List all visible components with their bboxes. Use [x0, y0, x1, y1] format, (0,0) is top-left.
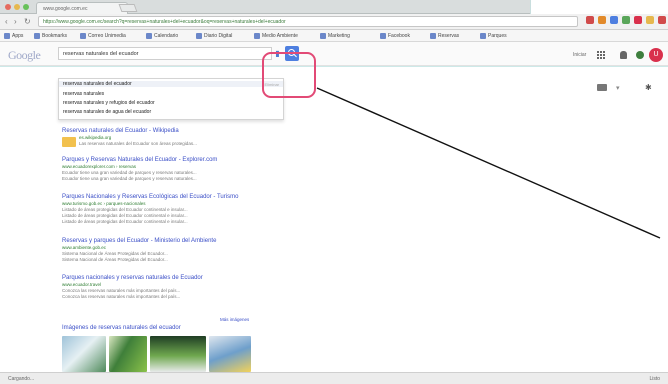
image-thumbnail[interactable]	[62, 336, 106, 372]
result-title[interactable]: Reservas naturales del Ecuador - Wikiped…	[62, 128, 272, 134]
extension-icon[interactable]	[586, 16, 594, 24]
result-title[interactable]: Parques nacionales y reservas naturales …	[62, 275, 272, 281]
bookmark-item[interactable]: Parques	[480, 33, 507, 39]
result-snippet: Sistema Nacional de Áreas Protegidas del…	[62, 251, 168, 256]
status-left: Cargando...	[8, 376, 35, 382]
bookmark-item[interactable]: Medio Ambiente	[254, 33, 298, 39]
bookmark-icon	[34, 33, 40, 39]
suggestion-item[interactable]: reservas naturales y refugios del ecuado…	[63, 100, 155, 106]
background-strip	[530, 0, 668, 14]
browser-toolbar: ‹ › ↻ https://www.google.com.ec/search?q…	[0, 14, 668, 30]
result-url: www.ecuador.travel	[62, 282, 102, 287]
image-strip	[62, 336, 262, 372]
signin-link[interactable]: Iniciar	[573, 52, 586, 58]
image-thumbnail[interactable]	[209, 336, 251, 372]
result-title[interactable]: Parques y Reservas Naturales del Ecuador…	[62, 157, 272, 163]
extension-icon[interactable]	[610, 16, 618, 24]
apps-grid-icon[interactable]	[597, 51, 606, 60]
result-snippet: Listado de áreas protegidas del Ecuador …	[62, 207, 188, 212]
autocomplete-dropdown: reservas naturales del ecuador Eliminar …	[58, 78, 284, 120]
bookmark-item[interactable]: Marketing	[320, 33, 350, 39]
search-input[interactable]: reservas naturales del ecuador	[58, 47, 272, 60]
result-snippet-2: Conozca las reservas naturales más impor…	[62, 294, 181, 299]
maximize-window-icon[interactable]	[23, 4, 29, 10]
bookmark-icon	[196, 33, 202, 39]
bookmarks-bar: Apps Bookmarks Correo Unimedia Calendari…	[0, 30, 668, 42]
tab-title: www.google.com.ec	[43, 6, 88, 12]
extension-icon[interactable]	[658, 16, 666, 24]
result-snippet-2: Ecuador tiene una gran variedad de parqu…	[62, 176, 197, 181]
new-tab-button[interactable]	[118, 4, 138, 12]
bookmark-icon	[380, 33, 386, 39]
bookmark-item[interactable]: Diario Digital	[196, 33, 232, 39]
bookmark-icon	[146, 33, 152, 39]
result-url: es.wikipedia.org	[79, 135, 112, 140]
image-thumbnail[interactable]	[150, 336, 206, 372]
forward-icon[interactable]: ›	[14, 17, 17, 26]
search-result[interactable]: Reservas y parques del Ecuador - Ministe…	[62, 238, 272, 262]
bookmark-icon	[480, 33, 486, 39]
bookmark-icon	[4, 33, 10, 39]
images-heading[interactable]: Imágenes de reservas naturales del ecuad…	[62, 325, 181, 331]
result-url: www.ecuadorexplorer.com › reservas	[62, 164, 137, 169]
images-section-header: Imágenes de reservas naturales del ecuad…	[62, 316, 262, 334]
avatar[interactable]: U	[649, 48, 663, 62]
extension-icon[interactable]	[598, 16, 606, 24]
google-logo[interactable]: Google	[8, 48, 41, 63]
bookmark-item[interactable]: Calendario	[146, 33, 178, 39]
result-snippet-2: Listado de áreas protegidas del Ecuador …	[62, 213, 188, 218]
result-url: www.turismo.gob.ec › parques-nacionales	[62, 201, 146, 206]
google-search-header: Google reservas naturales del ecuador ▮ …	[0, 42, 668, 66]
reload-icon[interactable]: ↻	[24, 17, 31, 26]
result-snippet: Las reservas naturales del Ecuador son á…	[79, 141, 197, 146]
extension-icon[interactable]	[646, 16, 654, 24]
suggestion-item[interactable]: reservas naturales del ecuador Eliminar	[59, 81, 283, 87]
minimize-window-icon[interactable]	[14, 4, 20, 10]
suggestion-item[interactable]: reservas naturales de agua del ecuador	[63, 109, 151, 115]
status-bar: Cargando... Listo	[0, 372, 668, 384]
suggestion-item[interactable]: reservas naturales	[63, 91, 104, 97]
result-title[interactable]: Reservas y parques del Ecuador - Ministe…	[62, 238, 272, 244]
extension-icon[interactable]	[622, 16, 630, 24]
tools-icon[interactable]: ▾	[616, 84, 620, 92]
camera-icon[interactable]	[597, 84, 607, 91]
extension-icon[interactable]	[634, 16, 642, 24]
back-icon[interactable]: ‹	[5, 17, 8, 26]
result-title[interactable]: Parques Nacionales y Reservas Ecológicas…	[62, 194, 272, 200]
bookmark-item[interactable]: Reservas	[430, 33, 459, 39]
result-snippet: Ecuador tiene una gran variedad de parqu…	[62, 170, 197, 175]
bookmark-icon	[80, 33, 86, 39]
image-thumbnail[interactable]	[109, 336, 147, 372]
bookmark-item[interactable]: Correo Unimedia	[80, 33, 126, 39]
result-snippet: Conozca las reservas naturales más impor…	[62, 288, 181, 293]
result-snippet-2: Sistema Nacional de Áreas Protegidas del…	[62, 257, 168, 262]
browser-window: www.google.com.ec × ‹ › ↻ https://www.go…	[0, 0, 668, 384]
search-result[interactable]: Parques nacionales y reservas naturales …	[62, 275, 272, 299]
bookmark-icon	[320, 33, 326, 39]
bookmark-item[interactable]: Apps	[4, 33, 23, 39]
more-images-link[interactable]: Más imágenes	[220, 317, 249, 322]
highlight-callout	[262, 52, 316, 98]
extension-icons	[586, 16, 666, 24]
settings-gear-icon[interactable]: ✱	[645, 83, 652, 92]
result-url: www.ambiente.gob.ec	[62, 245, 107, 250]
tab-google-search[interactable]: www.google.com.ec ×	[36, 2, 128, 14]
result-snippet-3: Listado de áreas protegidas del Ecuador …	[62, 219, 188, 224]
address-bar[interactable]: https://www.google.com.ec/search?q=reser…	[38, 16, 578, 27]
status-right: Listo	[649, 376, 660, 382]
bookmark-item[interactable]: Bookmarks	[34, 33, 67, 39]
share-icon[interactable]	[636, 51, 644, 59]
search-result[interactable]: Parques Nacionales y Reservas Ecológicas…	[62, 194, 272, 224]
search-result[interactable]: Reservas naturales del Ecuador - Wikiped…	[62, 128, 272, 147]
bookmark-item[interactable]: Facebook	[380, 33, 410, 39]
tab-bar: www.google.com.ec ×	[0, 0, 530, 14]
bookmark-icon	[430, 33, 436, 39]
close-window-icon[interactable]	[5, 4, 11, 10]
search-result[interactable]: Parques y Reservas Naturales del Ecuador…	[62, 157, 272, 181]
notifications-icon[interactable]	[620, 51, 627, 59]
result-thumbnail	[62, 137, 76, 147]
bookmark-icon	[254, 33, 260, 39]
